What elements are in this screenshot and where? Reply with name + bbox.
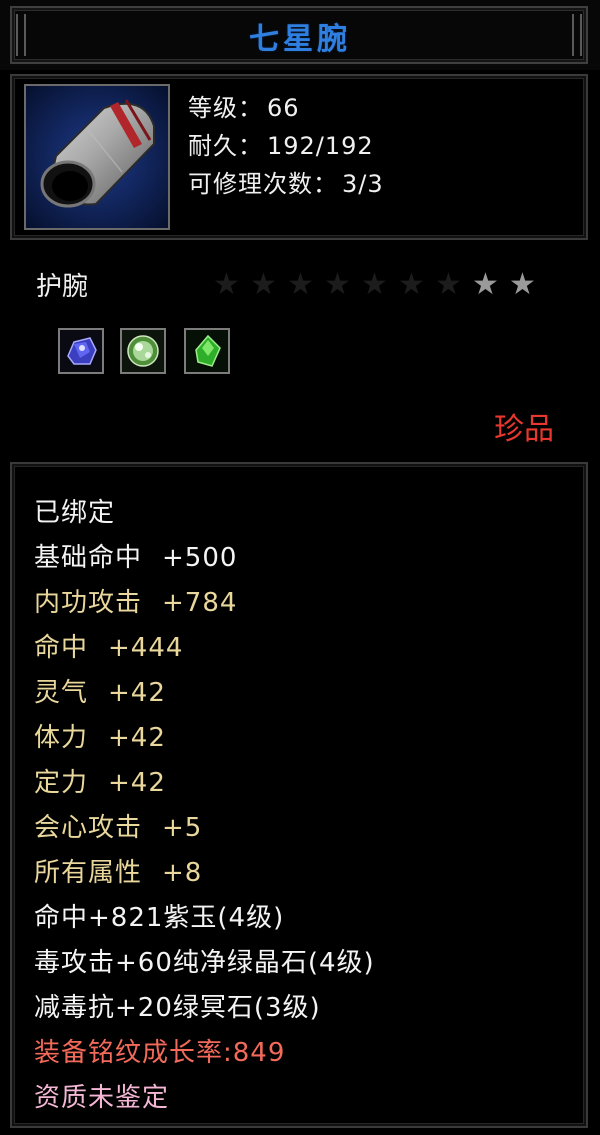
level-row: 等级： 66 [188, 88, 300, 123]
item-title: 七星腕 [249, 22, 351, 57]
star-filled-icon: ★ [509, 267, 536, 302]
bracer-icon [26, 86, 168, 228]
item-type: 护腕 [36, 272, 89, 302]
gem-bonus-2: 毒攻击+60纯净绿晶石(4级) [34, 948, 375, 978]
sapphire-gem-icon [60, 330, 102, 372]
attr-value: +5 [162, 813, 203, 843]
gem-bonus-1: 命中+821紫玉(4级) [34, 903, 285, 933]
durability-label: 耐久： [188, 132, 263, 160]
star-rating: ★ ★ ★ ★ ★ ★ ★ ★ ★ [210, 268, 539, 302]
aptitude-status: 资质未鉴定 [34, 1083, 170, 1113]
attr-label: 所有属性 [34, 858, 143, 888]
rarity-label: 珍品 [494, 412, 554, 447]
level-label: 等级： [188, 94, 263, 122]
attr-label: 命中 [34, 633, 89, 663]
repair-label: 可修理次数： [188, 170, 338, 198]
attr-value: +8 [162, 858, 203, 888]
attr-all: 所有属性 +8 [34, 852, 202, 889]
star-filled-icon: ★ [472, 267, 499, 302]
star-empty-icon: ★ [324, 267, 351, 302]
star-empty-icon: ★ [250, 267, 277, 302]
attr-value: +500 [162, 543, 238, 573]
attr-value: +444 [108, 633, 184, 663]
attr-value: +42 [108, 678, 166, 708]
repair-value: 3/3 [342, 170, 384, 198]
attr-base-hit: 基础命中 +500 [34, 537, 237, 574]
attr-label: 基础命中 [34, 543, 143, 573]
gem-slot-3[interactable] [184, 328, 230, 374]
attr-crit: 会心攻击 +5 [34, 807, 202, 844]
green-gem-icon [186, 330, 228, 372]
attr-value: +42 [108, 723, 166, 753]
attr-label: 定力 [34, 768, 89, 798]
bound-status: 已绑定 [34, 498, 116, 528]
attr-value: +42 [108, 768, 166, 798]
star-empty-icon: ★ [287, 267, 314, 302]
attr-label: 内功攻击 [34, 588, 143, 618]
durability-row: 耐久： 192/192 [188, 126, 374, 161]
attr-label: 灵气 [34, 678, 89, 708]
repair-row: 可修理次数： 3/3 [188, 164, 384, 199]
gem-bonus-3: 减毒抗+20绿冥石(3级) [34, 993, 321, 1023]
attr-stamina: 体力 +42 [34, 717, 166, 754]
gem-slot-1[interactable] [58, 328, 104, 374]
item-icon-frame [24, 84, 170, 230]
attr-spirit: 灵气 +42 [34, 672, 166, 709]
attr-focus: 定力 +42 [34, 762, 166, 799]
attr-internal-attack: 内功攻击 +784 [34, 582, 237, 619]
title-bar: 七星腕 [0, 0, 600, 70]
durability-value: 192/192 [267, 132, 374, 160]
star-empty-icon: ★ [213, 267, 240, 302]
star-empty-icon: ★ [361, 267, 388, 302]
star-empty-icon: ★ [435, 267, 462, 302]
star-empty-icon: ★ [398, 267, 425, 302]
attr-hit: 命中 +444 [34, 627, 183, 664]
level-value: 66 [267, 94, 300, 122]
attr-value: +784 [162, 588, 238, 618]
attr-label: 会心攻击 [34, 813, 143, 843]
inscription-growth: 装备铭纹成长率:849 [34, 1038, 286, 1068]
white-green-gem-icon [122, 330, 164, 372]
gem-slot-2[interactable] [120, 328, 166, 374]
attr-label: 体力 [34, 723, 89, 753]
